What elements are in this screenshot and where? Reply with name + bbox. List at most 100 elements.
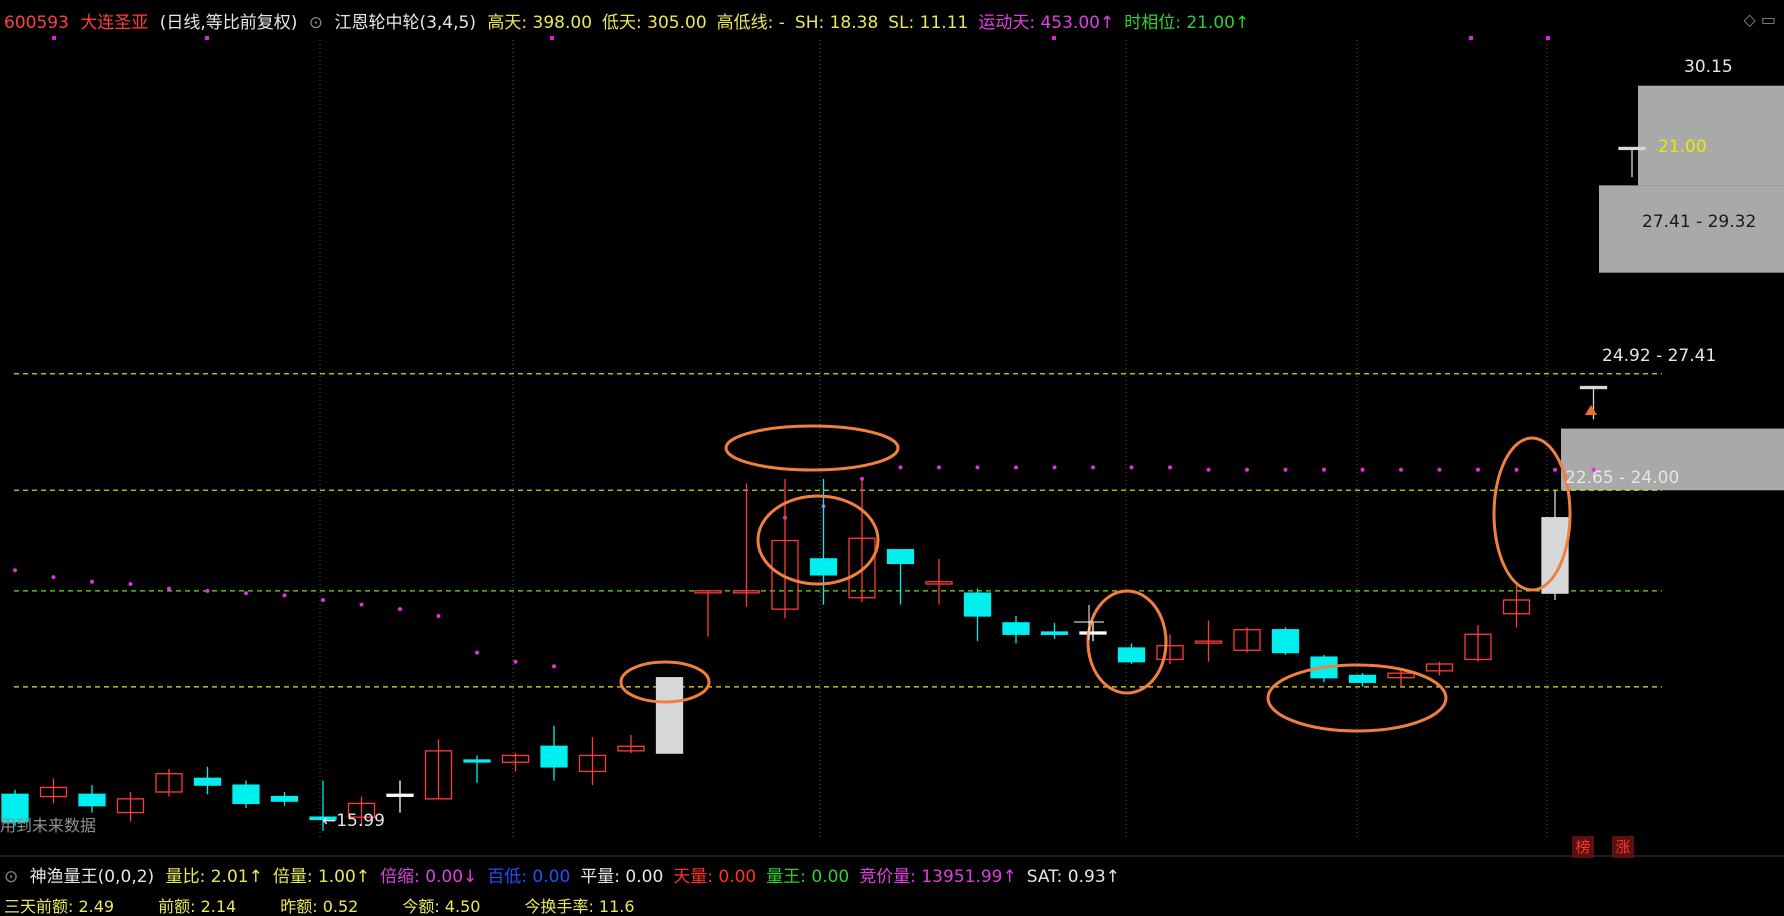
turnover-stat-1: 前额: 2.14 (158, 897, 237, 915)
price-zone (1638, 85, 1784, 186)
dot-point (1399, 467, 1403, 472)
candle-body (886, 549, 915, 565)
top-marker (550, 36, 554, 40)
dot-point (1206, 467, 1211, 472)
top-marker (1052, 36, 1056, 40)
top-marker (1546, 36, 1550, 40)
candlestick-chart: 30.15 21.00 27.41 - 29.32 24.92 - 27.41 22.6… (0, 36, 1784, 857)
turnover-stat-4: 今换手率: 11.6 (524, 897, 635, 915)
dot-point (436, 614, 441, 618)
dot-point (1283, 467, 1288, 472)
top-price-label: 30.15 (1684, 57, 1733, 77)
rank-tag[interactable]: 榜 (1572, 836, 1594, 858)
dot-point (513, 659, 518, 664)
top-marker (205, 36, 209, 40)
dot-point (398, 607, 402, 612)
candle-body (1040, 631, 1069, 635)
dot-point (90, 579, 94, 584)
indicator-stat-5: 天量: 0.00 (673, 867, 757, 884)
zone-label-upper: 27.41 - 29.32 (1642, 212, 1756, 232)
header-stat-4: SL: 11.11 (888, 13, 969, 30)
turnover-stat-3: 今额: 4.50 (402, 897, 481, 915)
top-marker (52, 36, 56, 40)
dot-point (1476, 467, 1480, 472)
dot-point (359, 602, 364, 607)
annotation-ellipse (1086, 589, 1168, 695)
dot-point (552, 664, 556, 669)
period-label[interactable]: (日线,等比前复权) (160, 13, 298, 30)
dot-point (51, 575, 56, 580)
header-stat-2: 高低线: - (716, 13, 785, 30)
dot-point (1014, 465, 1018, 470)
chevron-down-icon[interactable]: ⊙ (309, 13, 323, 30)
dot-point (1514, 467, 1519, 472)
dot-point (13, 568, 17, 573)
rise-tag[interactable]: 涨 (1612, 836, 1634, 858)
annotation-ellipse (1492, 436, 1572, 592)
indicator-stat-8: SAT: 0.93↑ (1026, 867, 1120, 884)
indicator-stat-3: 百低: 0.00 (487, 867, 571, 884)
dot-point (1245, 467, 1249, 472)
dot-point (128, 582, 133, 586)
dot-point (1360, 467, 1365, 472)
dot-point (1437, 467, 1442, 472)
dot-point (475, 650, 479, 655)
dot-point (167, 586, 171, 591)
indicator-stat-1: 倍量: 1.00↑ (272, 867, 371, 884)
indicator-stat-4: 平量: 0.00 (580, 867, 664, 884)
candle-body (78, 793, 106, 807)
stock-code[interactable]: 600593 (4, 13, 69, 30)
dot-point (1129, 465, 1134, 470)
candle-body (232, 784, 260, 805)
candle-body (1002, 622, 1030, 635)
chart-header: 600593 大连圣亚 (日线,等比前复权) ⊙ 江恩轮中轮(3,4,5) 高天… (0, 8, 1784, 30)
dot-point (937, 465, 941, 470)
settings-icon[interactable]: ◇ ▭ (1743, 10, 1776, 29)
future-data-note: 用到未来数据 (0, 816, 96, 835)
candle-body (1618, 146, 1646, 151)
dot-point (1553, 467, 1557, 472)
zone-label-top: 21.00 (1658, 137, 1707, 157)
signal-triangle-icon (1585, 405, 1597, 415)
header-stat-1: 低天: 305.00 (602, 13, 707, 30)
top-marker (1469, 36, 1473, 40)
candle-body (1117, 647, 1146, 663)
candle-body (386, 793, 414, 797)
candle-body (270, 795, 299, 802)
candle-body (655, 677, 684, 754)
header-stat-6: 时相位: 21.00↑ (1124, 13, 1250, 30)
dot-point (1052, 465, 1057, 470)
low-price-label: ←15.99 (322, 811, 385, 831)
dot-point (244, 591, 248, 596)
dot-point (1322, 467, 1326, 472)
collapse-icon[interactable]: ⊙ (4, 867, 18, 884)
turnover-stat-0: 三天前额: 2.49 (4, 897, 115, 915)
stock-name[interactable]: 大连圣亚 (80, 13, 148, 30)
candle-body (1271, 629, 1300, 654)
candle-body (540, 745, 568, 768)
indicator-title[interactable]: 神渔量王(0,0,2) (30, 867, 155, 884)
zone-label-lower: 22.65 - 24.00 (1565, 468, 1679, 488)
header-stat-5: 运动天: 453.00↑ (978, 13, 1115, 30)
turnover-stat-2: 昨额: 0.52 (280, 897, 359, 915)
candle-body (1079, 631, 1107, 635)
annotation-ellipse (724, 424, 900, 472)
dot-point (975, 465, 980, 470)
indicator-name[interactable]: 江恩轮中轮(3,4,5) (334, 13, 476, 30)
candle-body (1579, 385, 1608, 390)
dot-point (1168, 465, 1172, 470)
turnover-bar: 三天前额: 2.49 前额: 2.14 昨额: 0.52 今额: 4.50 今换手率: … (0, 893, 1784, 915)
indicator-stat-2: 倍缩: 0.00↓ (380, 867, 478, 884)
candle-body (963, 592, 992, 617)
dot-point (898, 465, 903, 470)
indicator-stat-7: 竞价量: 13951.99↑ (859, 867, 1017, 884)
candle-body (1348, 674, 1377, 683)
dot-point (205, 588, 210, 593)
dot-point (282, 593, 287, 598)
dot-point (321, 598, 325, 602)
candle-body (193, 777, 222, 786)
indicator-stat-0: 量比: 2.01↑ (165, 867, 263, 884)
zone-label-mid: 24.92 - 27.41 (1602, 346, 1716, 366)
candle-body (463, 759, 491, 763)
candle-body (809, 558, 838, 576)
